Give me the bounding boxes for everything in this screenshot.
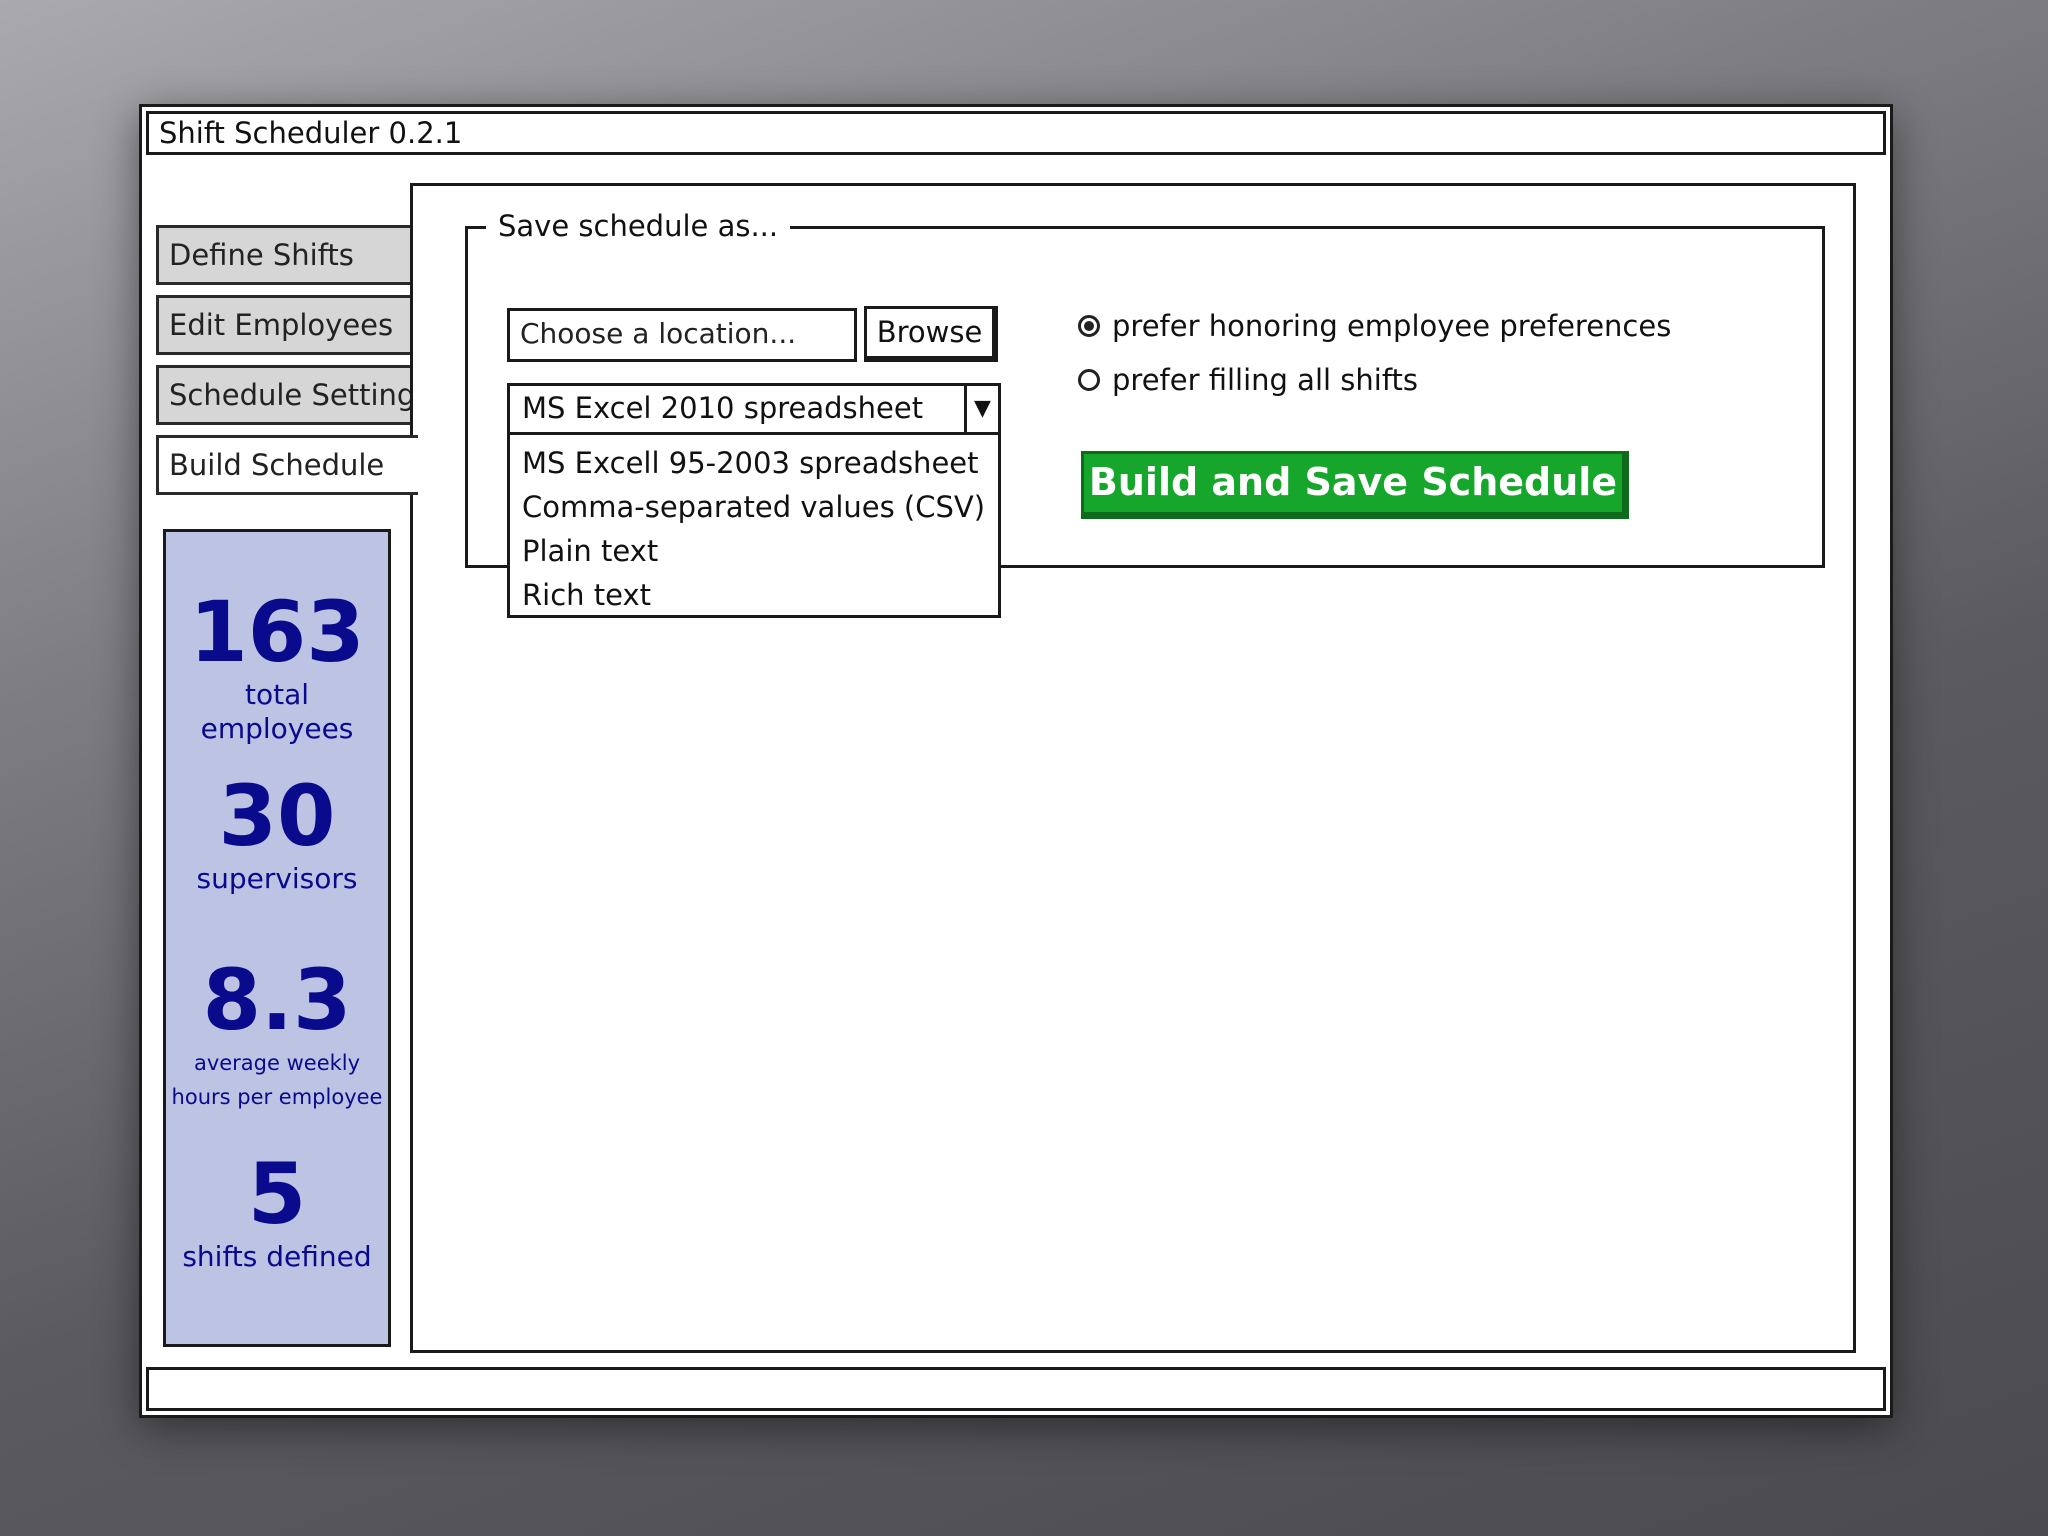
title-bar: Shift Scheduler 0.2.1: [146, 111, 1886, 155]
format-option-rich-text[interactable]: Rich text: [510, 573, 998, 617]
file-format-selected: MS Excel 2010 spreadsheet: [522, 391, 924, 425]
stat-value: 163: [189, 583, 365, 681]
stats-panel: 163 total employees 30 supervisors 8.3 a…: [163, 529, 391, 1347]
tab-build-schedule[interactable]: Build Schedule: [156, 435, 418, 495]
stat-value: 30: [218, 767, 336, 865]
stat-value: 8.3: [202, 951, 352, 1049]
format-option-csv[interactable]: Comma-separated values (CSV): [510, 485, 998, 529]
stat-label: supervisors: [196, 862, 358, 895]
stat-total-employees: 163 total employees: [166, 586, 388, 746]
app-window: Shift Scheduler 0.2.1 Define Shifts Edit…: [139, 104, 1893, 1418]
status-bar: [146, 1367, 1886, 1411]
save-schedule-legend: Save schedule as...: [486, 209, 791, 243]
stat-label: total employees: [200, 678, 354, 745]
radio-label: prefer honoring employee preferences: [1112, 309, 1672, 343]
radio-checked-icon[interactable]: [1078, 315, 1100, 337]
build-and-save-button[interactable]: Build and Save Schedule: [1081, 451, 1629, 519]
stat-value: 5: [247, 1145, 307, 1243]
location-input[interactable]: Choose a location...: [507, 308, 857, 362]
radio-unchecked-icon[interactable]: [1078, 369, 1100, 391]
format-option-excel-95[interactable]: MS Excell 95-2003 spreadsheet: [510, 441, 998, 485]
tab-edit-employees[interactable]: Edit Employees: [156, 295, 414, 355]
stat-supervisors: 30 supervisors: [166, 770, 388, 896]
stat-label-line-2: hours per employee: [171, 1085, 383, 1109]
stat-label: shifts defined: [182, 1240, 372, 1273]
chevron-down-icon[interactable]: ▼: [964, 386, 998, 432]
radio-label: prefer filling all shifts: [1112, 363, 1419, 397]
tab-define-shifts[interactable]: Define Shifts: [156, 225, 414, 285]
build-schedule-panel: Save schedule as... Choose a location...…: [410, 183, 1856, 1353]
window-title: Shift Scheduler 0.2.1: [159, 116, 463, 150]
stat-shifts-defined: 5 shifts defined: [166, 1148, 388, 1274]
file-format-dropdown: MS Excell 95-2003 spreadsheet Comma-sepa…: [507, 432, 1001, 618]
tab-schedule-settings[interactable]: Schedule Settings: [156, 365, 414, 425]
stat-average-hours: 8.3 average weekly hours per employee: [166, 954, 388, 1114]
format-option-plain-text[interactable]: Plain text: [510, 529, 998, 573]
browse-button[interactable]: Browse: [864, 306, 998, 362]
file-format-select[interactable]: MS Excel 2010 spreadsheet ▼: [507, 383, 1001, 435]
radio-prefer-honoring-preferences[interactable]: prefer honoring employee preferences: [1078, 309, 1671, 343]
radio-prefer-filling-shifts[interactable]: prefer filling all shifts: [1078, 363, 1418, 397]
save-schedule-group: Save schedule as... Choose a location...…: [465, 209, 1825, 618]
stat-label-line-1: average weekly: [193, 1051, 361, 1075]
